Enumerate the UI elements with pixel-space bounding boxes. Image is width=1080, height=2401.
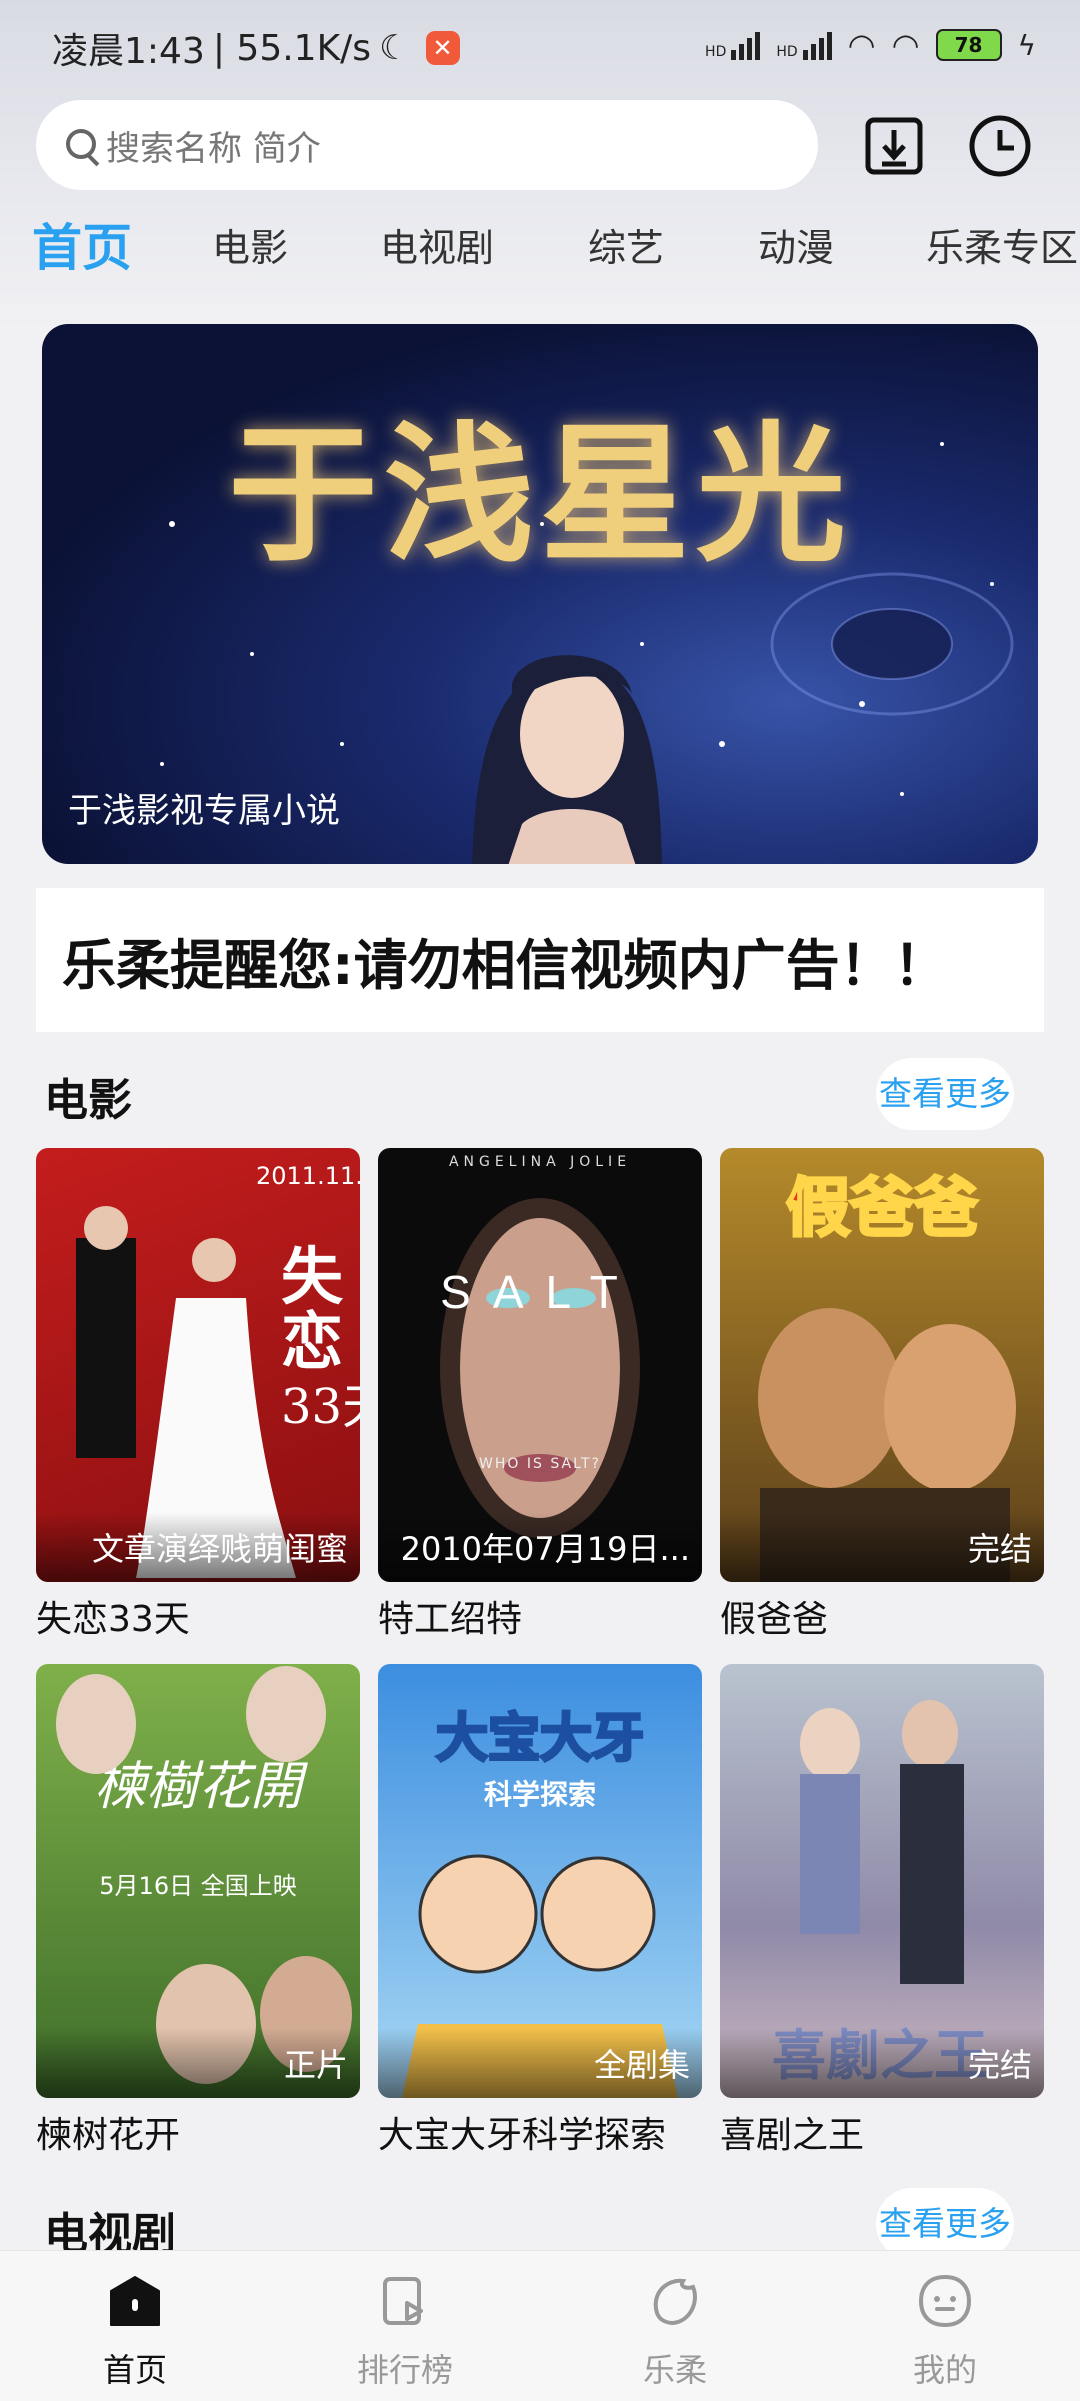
home-icon (110, 2276, 160, 2326)
tab-movies[interactable]: 电影 (212, 208, 288, 288)
svg-text:SALT: SALT (440, 1266, 640, 1318)
movie-title[interactable]: 大宝大牙科学探索 (378, 2106, 666, 2158)
svg-text:科学探索: 科学探索 (484, 1778, 596, 1811)
movie-card-poster[interactable]: 喜劇之王 完结 (720, 1664, 1044, 2098)
banner-figure-illustration (472, 655, 662, 864)
svg-text:WHO IS SALT?: WHO IS SALT? (479, 1456, 601, 1472)
tab-anime[interactable]: 动漫 (758, 208, 834, 288)
tab-tv[interactable]: 电视剧 (380, 208, 494, 288)
svg-text:楝樹花開: 楝樹花開 (94, 1757, 308, 1817)
poster-tag: 正片 (283, 2046, 348, 2084)
movie-title[interactable]: 特工绍特 (378, 1590, 522, 1642)
movie-title[interactable]: 喜剧之王 (720, 2106, 864, 2158)
category-tabs: 首页 电影 电视剧 综艺 动漫 乐柔专区 (0, 208, 1080, 288)
tab-variety[interactable]: 综艺 (588, 208, 664, 288)
status-net-speed: | 55.1K/s (212, 27, 372, 69)
movie-card-poster[interactable]: 失 恋 33天 2011.11.8 文章演绎贱萌闺蜜 (36, 1148, 360, 1582)
history-clock-icon (969, 115, 1031, 177)
bottom-navigation: 首页 排行榜 乐柔 我的 (0, 2250, 1080, 2401)
profile-icon (918, 2274, 972, 2328)
banner-title-art: 于浅星光 (227, 407, 852, 583)
download-button[interactable] (854, 106, 934, 186)
search-bar[interactable]: 搜索名称 简介 (36, 100, 818, 190)
poster-tag: 完结 (967, 2046, 1032, 2084)
charging-icon: ϟ (1017, 28, 1036, 62)
signal-1-icon: HD (705, 30, 761, 60)
battery-icon: 78 (935, 29, 1002, 61)
status-bar: 凌晨1:43 | 55.1K/s ☾ ✕ HD HD ◠ ◠ 78 ϟ (0, 0, 1080, 92)
poster-tag: 文章演绎贱萌闺蜜 (91, 1530, 348, 1568)
movie-card-poster[interactable]: SALT ANGELINA JOLIE WHO IS SALT? 2010年07… (378, 1148, 702, 1582)
movie-card-poster[interactable]: 楝樹花開 5月16日 全国上映 正片 (36, 1664, 360, 2098)
movie-card-poster[interactable]: 大宝大牙 科学探索 全剧集 (378, 1664, 702, 2098)
wifi-icon: ◠ (847, 26, 876, 64)
moon-icon: ☾ (379, 28, 410, 68)
svg-text:失: 失 (281, 1240, 344, 1313)
ranking-icon (383, 2277, 423, 2325)
poster-tag: 完结 (967, 1530, 1032, 1568)
svg-text:ANGELINA JOLIE: ANGELINA JOLIE (449, 1154, 631, 1170)
search-icon (64, 127, 100, 163)
movies-more-button[interactable]: 查看更多 (876, 1058, 1014, 1130)
lerou-icon (653, 2278, 697, 2326)
poster-tag: 2010年07月19日... (400, 1530, 690, 1568)
svg-text:大宝大牙: 大宝大牙 (436, 1709, 644, 1769)
poster-tag: 全剧集 (593, 2046, 690, 2084)
svg-text:2011.11.8: 2011.11.8 (256, 1162, 360, 1190)
nav-lerou[interactable]: 乐柔 (540, 2251, 810, 2401)
movie-title[interactable]: 假爸爸 (720, 1590, 828, 1642)
signal-2-icon: HD (776, 30, 832, 60)
notice-text: 乐柔提醒您:请勿相信视频内广告！！ (62, 933, 948, 997)
notification-app-icon: ✕ (425, 31, 460, 65)
search-placeholder: 搜索名称 简介 (106, 128, 321, 169)
svg-text:恋: 恋 (281, 1305, 343, 1378)
download-icon (865, 117, 923, 175)
movie-title[interactable]: 失恋33天 (36, 1590, 190, 1642)
tab-home[interactable]: 首页 (32, 208, 132, 288)
svg-text:33天: 33天 (281, 1379, 360, 1435)
movie-title[interactable]: 楝树花开 (36, 2106, 180, 2158)
tab-lerou-zone[interactable]: 乐柔专区 (926, 208, 1078, 288)
banner-caption: 于浅影视专属小说 (68, 791, 340, 831)
movie-card-poster[interactable]: 假爸爸 完结 (720, 1148, 1044, 1582)
status-time: 凌晨1:43 (52, 31, 205, 72)
nav-home[interactable]: 首页 (0, 2251, 270, 2401)
nav-ranking[interactable]: 排行榜 (270, 2251, 540, 2401)
section-title-movies: 电影 (44, 1075, 132, 1126)
hero-banner[interactable]: 于浅星光 于浅影视专属小说 (42, 324, 1038, 864)
svg-text:5月16日 全国上映: 5月16日 全国上映 (99, 1872, 296, 1900)
history-button[interactable] (960, 106, 1040, 186)
wifi-2-icon: ◠ (891, 26, 920, 64)
svg-text:假爸爸: 假爸爸 (786, 1171, 978, 1246)
notice-banner: 乐柔提醒您:请勿相信视频内广告！！ (36, 888, 1044, 1032)
nav-profile[interactable]: 我的 (810, 2251, 1080, 2401)
